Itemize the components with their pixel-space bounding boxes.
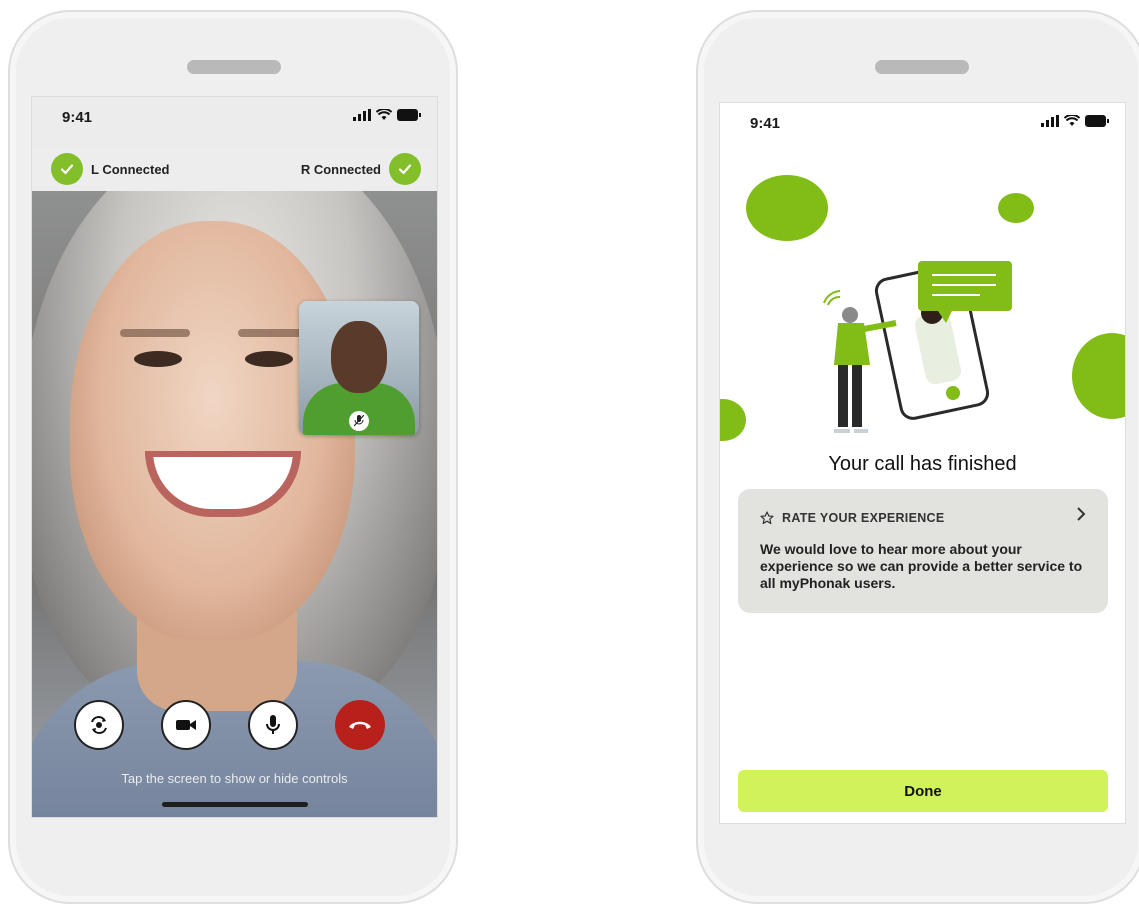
right-connected-label: R Connected <box>300 161 381 177</box>
decorative-green-circle <box>746 175 828 241</box>
pip-person-head <box>331 321 387 393</box>
status-bar: 9:41 <box>32 97 437 137</box>
phone-frame-video-call: 9:41 L Connected R Connected Tap the scr… <box>8 10 458 904</box>
wifi-icon <box>376 109 392 120</box>
eyebrow <box>238 329 308 337</box>
flip-camera-button[interactable] <box>74 700 124 750</box>
camera-rotate-icon <box>91 716 107 734</box>
right-hearing-aid-status: R Connected <box>301 153 421 185</box>
status-bar: 9:41 <box>720 103 1125 143</box>
eye <box>134 351 182 367</box>
status-icons <box>353 109 421 121</box>
smile <box>145 451 301 517</box>
controls-hint-text: Tap the screen to show or hide controls <box>121 771 348 786</box>
phone-frame-call-finished: 9:41 Your call has finished RATE YOUR EX… <box>696 10 1139 904</box>
video-camera-icon <box>176 720 196 730</box>
star-icon <box>760 511 774 525</box>
eye <box>245 351 293 367</box>
microphone-toggle-button[interactable] <box>248 700 298 750</box>
left-hearing-aid-status: L Connected <box>51 153 170 185</box>
home-indicator[interactable] <box>162 802 308 807</box>
eyebrow <box>120 329 190 337</box>
phone-speaker <box>875 60 969 74</box>
signal-icon <box>353 109 371 121</box>
video-toggle-button[interactable] <box>161 700 211 750</box>
phone-speaker <box>187 60 281 74</box>
battery-icon <box>1085 115 1109 127</box>
status-icons <box>1041 115 1109 127</box>
self-view-video[interactable] <box>299 301 419 435</box>
check-icon <box>389 153 421 185</box>
microphone-icon <box>266 715 280 734</box>
status-time: 9:41 <box>62 109 93 126</box>
wifi-icon <box>1064 115 1080 126</box>
video-call-screen: 9:41 L Connected R Connected Tap the scr… <box>31 96 438 818</box>
status-time: 9:41 <box>750 115 781 132</box>
check-icon <box>51 153 83 185</box>
done-button[interactable]: Done <box>738 770 1108 812</box>
signal-icon <box>1041 115 1059 127</box>
remote-care-illustration <box>823 261 1012 433</box>
decorative-green-circle <box>998 193 1034 223</box>
rate-card-header: RATE YOUR EXPERIENCE <box>760 511 945 525</box>
phone-hangup-icon <box>349 721 371 729</box>
call-controls <box>32 700 437 750</box>
chevron-right-icon <box>1076 507 1086 526</box>
call-finished-screen: 9:41 Your call has finished RATE YOUR EX… <box>719 102 1126 824</box>
rate-card-heading: RATE YOUR EXPERIENCE <box>782 511 945 525</box>
rate-experience-card[interactable]: RATE YOUR EXPERIENCE We would love to he… <box>738 489 1108 613</box>
battery-icon <box>397 109 421 121</box>
decorative-green-circle <box>1072 333 1125 419</box>
left-connected-label: L Connected <box>91 161 170 177</box>
hearing-aid-connection-bar: L Connected R Connected <box>32 147 437 191</box>
rate-card-body: We would love to hear more about your ex… <box>760 541 1083 591</box>
call-finished-title: Your call has finished <box>828 453 1017 475</box>
end-call-button[interactable] <box>335 700 385 750</box>
microphone-muted-icon <box>349 411 369 431</box>
decorative-green-circle <box>720 399 746 441</box>
